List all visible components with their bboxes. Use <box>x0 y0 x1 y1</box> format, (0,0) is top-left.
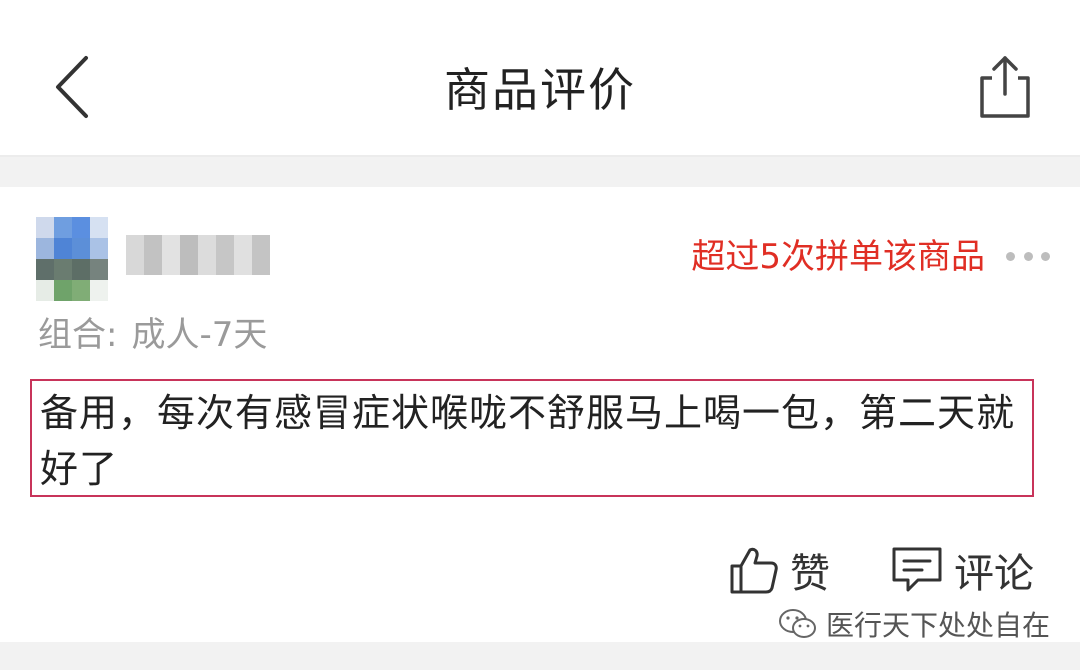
comment-icon <box>892 547 942 592</box>
review-text: 备用，每次有感冒症状喉咙不舒服马上喝一包，第二天就好了 <box>40 391 1016 491</box>
watermark-text: 医行天下处处自在 <box>826 609 1051 642</box>
page-title: 商品评价 <box>444 63 636 117</box>
username <box>126 235 271 275</box>
purchase-count-tag: 超过5次拼单该商品 <box>691 237 985 277</box>
spec-label: 组合: <box>38 315 118 355</box>
share-button[interactable] <box>972 50 1036 122</box>
spec-value: 成人-7天 <box>131 315 268 355</box>
review-card: 超过5次拼单该商品 组合: 成人-7天 备用，每次有感冒症状喉咙不舒服马上喝一包，… <box>0 187 1080 642</box>
more-button[interactable] <box>1006 245 1050 267</box>
avatar[interactable] <box>36 217 108 301</box>
top-bar: 商品评价 <box>0 0 1080 157</box>
comment-label: 评论 <box>954 551 1034 597</box>
like-label: 赞 <box>790 551 830 597</box>
more-dots-icon <box>1006 251 1015 261</box>
like-button[interactable]: 赞 <box>728 537 830 603</box>
review-actions: 赞 评论 <box>720 537 1060 603</box>
wechat-icon <box>779 609 816 638</box>
product-spec: 组合: 成人-7天 <box>38 311 281 359</box>
thumbs-up-icon <box>730 547 778 594</box>
bottom-divider <box>0 642 1080 670</box>
wechat-watermark: 医行天下处处自在 <box>778 604 1050 644</box>
section-divider <box>0 157 1080 187</box>
review-highlight-box: 备用，每次有感冒症状喉咙不舒服马上喝一包，第二天就好了 <box>30 379 1034 497</box>
share-icon <box>980 56 1030 118</box>
comment-button[interactable]: 评论 <box>890 537 1034 603</box>
